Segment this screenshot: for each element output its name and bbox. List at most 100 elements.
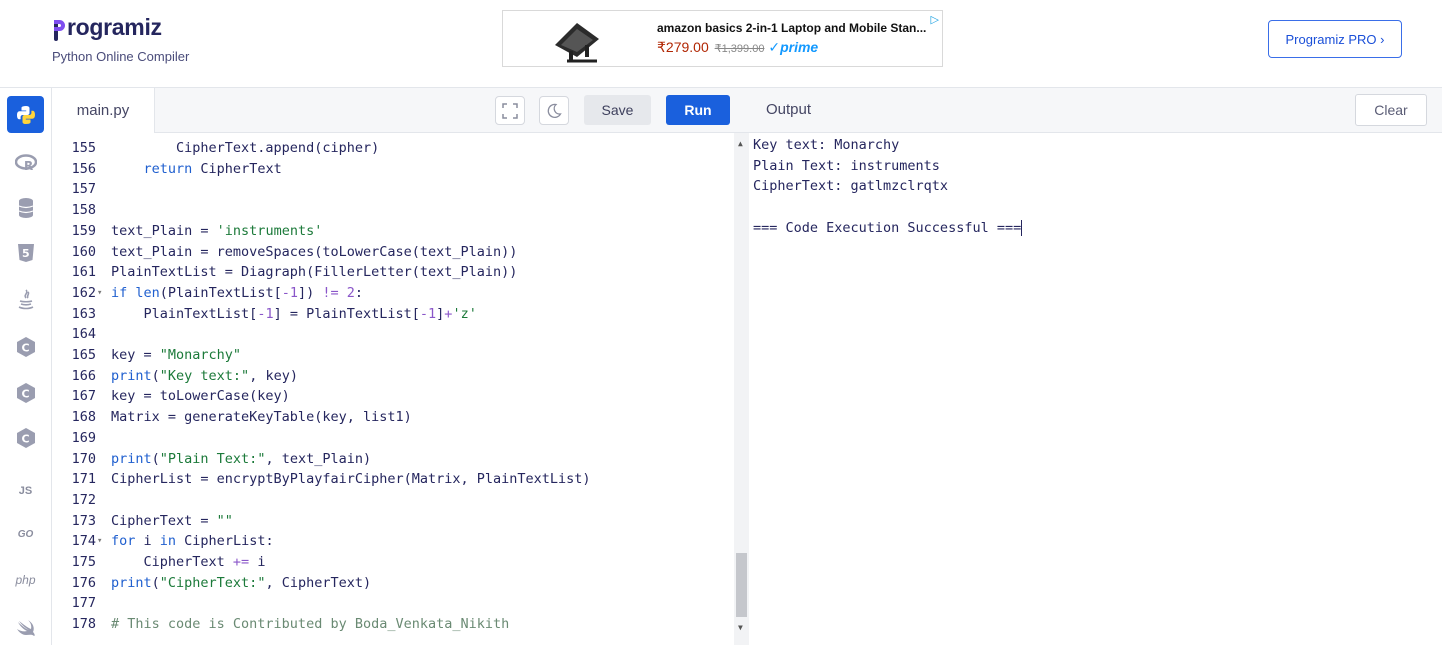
output-line: Key text: Monarchy	[753, 137, 900, 153]
code-text: if len(PlainTextList[-1]) != 2:	[111, 284, 364, 301]
code-text: CipherText = ""	[111, 512, 233, 529]
code-line[interactable]: 169	[52, 428, 732, 449]
line-number: 170	[71, 450, 96, 467]
line-number: 167	[71, 388, 96, 405]
code-line[interactable]: 171 CipherList = encryptByPlayfairCipher(…	[52, 469, 732, 490]
code-text: text_Plain = 'instruments'	[111, 222, 323, 239]
code-editor-panel: main.py Save Run ▲ ▼ 155 CipherText.appe…	[52, 88, 749, 645]
line-number: 173	[71, 512, 96, 529]
theme-toggle-button[interactable]	[539, 96, 569, 125]
ad-old-price: ₹1,399.00	[714, 43, 765, 55]
code-text: PlainTextList = Diagraph(FillerLetter(te…	[111, 264, 518, 281]
output-line: CipherText: gatlmzclrqtx	[753, 178, 949, 195]
line-number: 163	[71, 305, 96, 322]
code-line[interactable]: 165 key = "Monarchy"	[52, 345, 732, 366]
line-number: 168	[71, 409, 96, 426]
code-line[interactable]: 157	[52, 179, 732, 200]
python-icon[interactable]	[7, 96, 44, 133]
clear-button[interactable]: Clear	[1355, 94, 1427, 126]
programiz-logo[interactable]: rogramiz Python Online Compiler	[52, 14, 189, 64]
code-line[interactable]: 164	[52, 324, 732, 345]
programiz-pro-button[interactable]: Programiz PRO ›	[1268, 20, 1402, 58]
code-text: return CipherText	[143, 160, 282, 177]
ad-banner[interactable]: amazon basics 2-in-1 Laptop and Mobile S…	[502, 10, 943, 67]
code-line[interactable]: 173 CipherText = ""	[52, 511, 732, 532]
html-icon[interactable]: 5	[7, 234, 44, 271]
fullscreen-icon	[502, 102, 518, 119]
code-line[interactable]: 160 text_Plain = removeSpaces(toLowerCase…	[52, 242, 732, 263]
code-text: CipherList = encryptByPlayfairCipher(Mat…	[111, 471, 591, 488]
ad-choices-icon[interactable]: ▷	[931, 13, 939, 26]
compiler-subtitle: Python Online Compiler	[52, 49, 190, 64]
code-line[interactable]: 170 print("Plain Text:", text_Plain)	[52, 449, 732, 470]
output-panel: Output Clear Key text: Monarchy Plain Tex…	[749, 88, 1442, 645]
svg-text:R: R	[24, 159, 33, 172]
code-line[interactable]: 167 key = toLowerCase(key)	[52, 386, 732, 407]
scroll-down-arrow-icon[interactable]: ▼	[738, 623, 743, 632]
editor-toolbar: main.py Save Run	[52, 88, 749, 133]
code-line[interactable]: 162 ▾ if len(PlainTextList[-1]) != 2:	[52, 283, 732, 304]
header: rogramiz Python Online Compiler amazon b…	[0, 0, 1442, 88]
code-line[interactable]: 158	[52, 200, 732, 221]
line-number: 155	[71, 140, 96, 156]
php-icon[interactable]: php	[7, 561, 44, 598]
output-line: Plain Text: instruments	[753, 157, 940, 174]
editor-scrollbar[interactable]: ▲ ▼	[734, 133, 749, 645]
text-caret	[1021, 219, 1023, 236]
fold-arrow-icon[interactable]: ▾	[97, 283, 102, 304]
line-number: 177	[71, 595, 96, 612]
output-title: Output	[766, 101, 812, 118]
line-number: 171	[71, 471, 96, 488]
svg-text:C: C	[21, 387, 29, 400]
csharp-icon[interactable]: C	[7, 419, 44, 456]
java-icon[interactable]	[7, 281, 44, 318]
code-text: CipherText.append(cipher)	[111, 140, 380, 156]
swift-icon[interactable]	[7, 609, 44, 646]
go-icon[interactable]: GO	[7, 516, 44, 553]
scrollbar-thumb[interactable]	[736, 553, 747, 617]
code-line[interactable]: 159 text_Plain = 'instruments'	[52, 221, 732, 242]
save-button[interactable]: Save	[584, 95, 651, 125]
line-number: 157	[71, 181, 96, 198]
code-line[interactable]: 156 return CipherText	[52, 159, 732, 180]
code-text: Matrix = generateKeyTable(key, list1)	[111, 409, 412, 426]
code-line[interactable]: 178 # This code is Contributed by Boda_Ve…	[52, 614, 732, 635]
code-line[interactable]: 155 CipherText.append(cipher)	[52, 138, 732, 159]
javascript-icon[interactable]: JS	[7, 472, 44, 509]
code-line[interactable]: 163 PlainTextList[-1] = PlainTextList[-1…	[52, 304, 732, 325]
code-line[interactable]: 172	[52, 490, 732, 511]
ad-title[interactable]: amazon basics 2-in-1 Laptop and Mobile S…	[657, 21, 926, 35]
cpp-icon[interactable]: C	[7, 374, 44, 411]
code-line[interactable]: 176 print("CipherText:", CipherText)	[52, 573, 732, 594]
line-number: 176	[71, 574, 96, 591]
output-toolbar: Output Clear	[749, 88, 1442, 133]
language-sidebar: R 5 C C C JS GO php	[0, 88, 52, 645]
code-text: print("Key text:", key)	[111, 367, 298, 384]
fold-arrow-icon[interactable]: ▾	[97, 531, 102, 552]
c-icon[interactable]: C	[7, 328, 44, 365]
line-number: 174	[71, 533, 96, 550]
code-line[interactable]: 166 print("Key text:", key)	[52, 366, 732, 387]
code-text: text_Plain = removeSpaces(toLowerCase(te…	[111, 243, 518, 260]
fullscreen-button[interactable]	[495, 96, 525, 125]
scroll-up-arrow-icon[interactable]: ▲	[738, 139, 743, 148]
code-text: CipherText += i	[111, 554, 266, 570]
code-line[interactable]: 177	[52, 593, 732, 614]
output-console[interactable]: Key text: Monarchy Plain Text: instrument…	[753, 133, 1433, 633]
svg-text:C: C	[21, 341, 29, 354]
ad-current-price: ₹279.00	[657, 39, 709, 55]
code-line[interactable]: 161 PlainTextList = Diagraph(FillerLetter…	[52, 262, 732, 283]
line-number: 165	[71, 347, 96, 363]
run-button[interactable]: Run	[666, 95, 730, 125]
svg-text:C: C	[21, 432, 29, 445]
sql-icon[interactable]	[7, 189, 44, 226]
code-line[interactable]: 168 Matrix = generateKeyTable(key, list1)	[52, 407, 732, 428]
output-line: === Code Execution Successful ===	[753, 219, 1023, 236]
code-line[interactable]: 174 ▾ for i in CipherList:	[52, 531, 732, 552]
code-line[interactable]: 175 CipherText += i	[52, 552, 732, 573]
line-number: 172	[71, 491, 96, 508]
file-tab-main-py[interactable]: main.py	[52, 88, 155, 133]
r-icon[interactable]: R	[7, 144, 44, 181]
svg-text:5: 5	[22, 247, 30, 260]
code-area[interactable]: ▲ ▼ 155 CipherText.append(cipher) 156 ret…	[52, 133, 749, 645]
